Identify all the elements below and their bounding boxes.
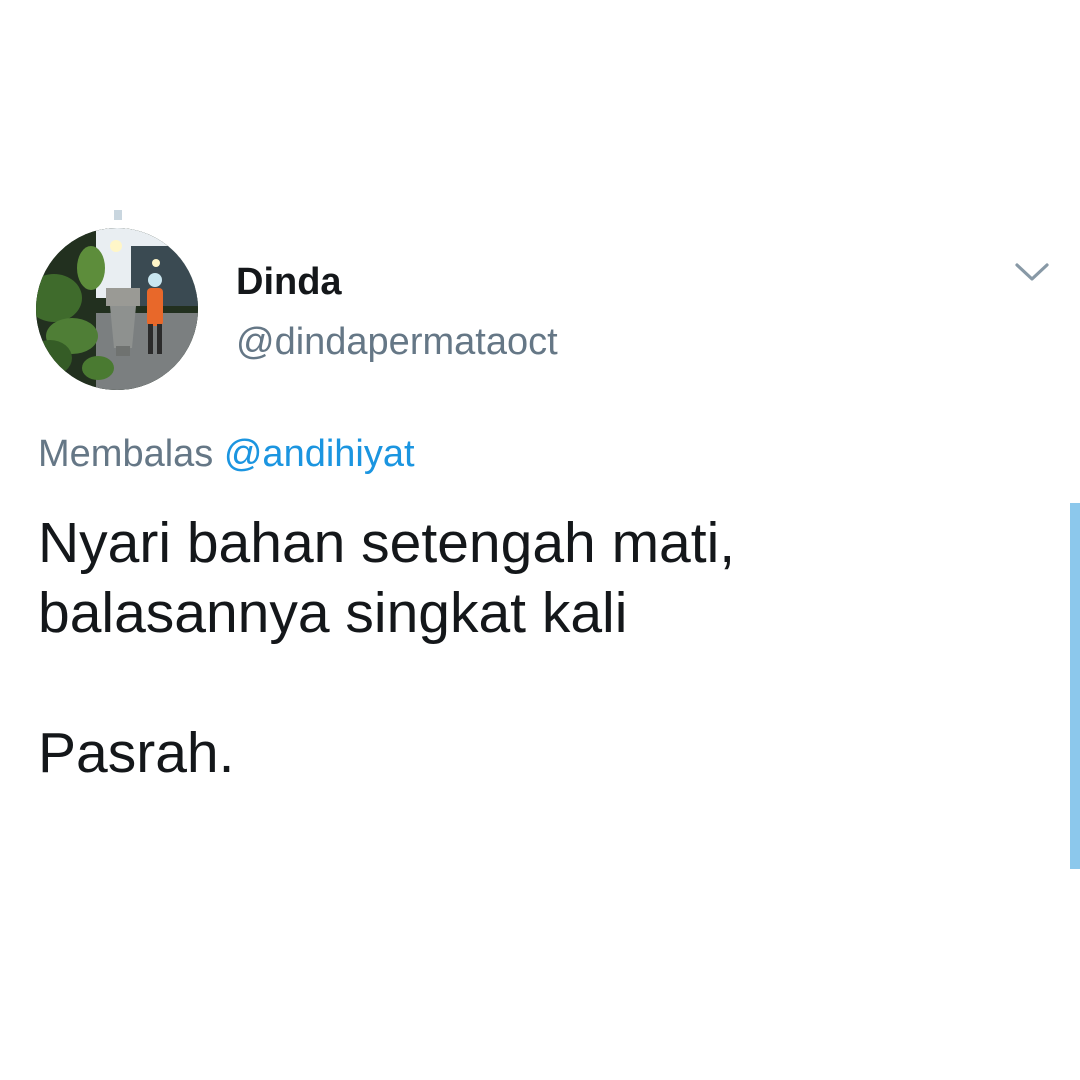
avatar-edge-mark [114, 210, 122, 220]
author-handle[interactable]: @dindapermataoct [236, 318, 558, 366]
reply-context: Membalas @andihiyat [38, 430, 415, 478]
tweet-text: Nyari bahan setengah mati, balasannya si… [38, 508, 1038, 788]
reply-mention-link[interactable]: @andihiyat [224, 433, 415, 475]
scroll-indicator[interactable] [1070, 503, 1080, 869]
reply-context-prefix: Membalas [38, 433, 214, 475]
tweet-text-line: balasannya singkat kali [38, 581, 628, 645]
author-display-name[interactable]: Dinda [236, 258, 342, 306]
chevron-down-icon[interactable] [1012, 258, 1052, 286]
avatar[interactable] [36, 228, 198, 390]
avatar-photo [36, 228, 198, 390]
tweet-text-line: Nyari bahan setengah mati, [38, 511, 736, 575]
tweet-card: Dinda @dindapermataoct Membalas @andihiy… [0, 0, 1080, 1080]
tweet-text-line: Pasrah. [38, 721, 235, 785]
